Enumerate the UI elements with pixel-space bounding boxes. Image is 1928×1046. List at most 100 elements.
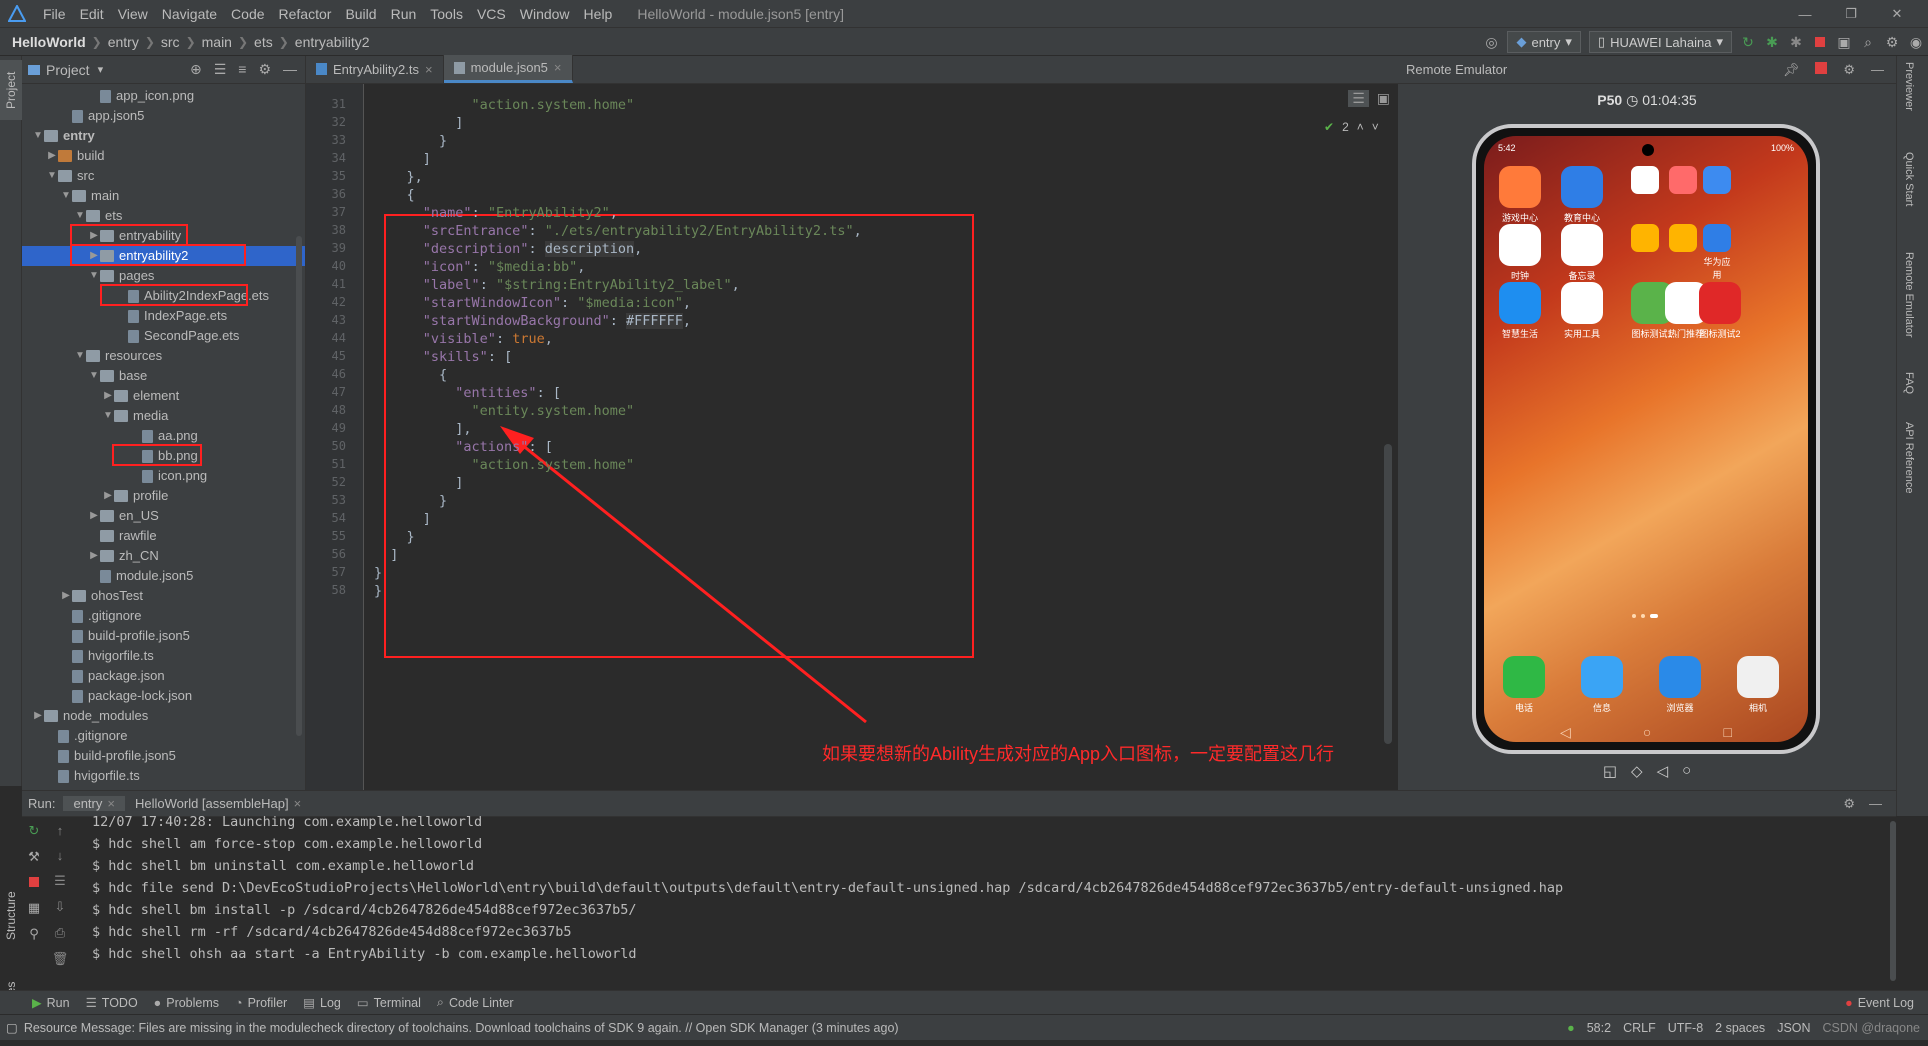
inspection-widget[interactable]: ✔ 2 ˄ ˅ (1324, 120, 1379, 134)
tree-item[interactable]: rawfile (22, 526, 305, 546)
tree-item[interactable]: package.json (22, 666, 305, 686)
tree-item[interactable]: hvigorfile.ts (22, 766, 305, 786)
menu-code[interactable]: Code (224, 0, 271, 28)
project-panel-title[interactable]: Project (46, 62, 90, 78)
breadcrumb-item[interactable]: entry (104, 34, 143, 50)
app-icon[interactable]: 教育中心 (1550, 166, 1614, 224)
editor-tab[interactable]: module.json5 × (443, 55, 573, 83)
breadcrumb-item[interactable]: src (157, 34, 184, 50)
tree-item[interactable]: ▶ en_US (22, 506, 305, 526)
tree-item[interactable]: bb.png (22, 446, 305, 466)
tool-window-todo[interactable]: ☰ TODO (78, 995, 146, 1011)
breadcrumb-item[interactable]: entryability2 (291, 34, 374, 50)
app-icon[interactable] (1666, 224, 1700, 255)
indent-setting[interactable]: 2 spaces (1715, 1021, 1765, 1035)
account-icon[interactable]: ◉ (1904, 30, 1928, 54)
arrow-down-icon[interactable]: ↓ (57, 848, 64, 863)
pin-icon[interactable]: 📌︎ (1783, 62, 1800, 78)
app-icon[interactable]: 实用工具 (1550, 282, 1614, 340)
menu-help[interactable]: Help (577, 0, 620, 28)
menu-navigate[interactable]: Navigate (155, 0, 224, 28)
tree-item[interactable]: ▶ build (22, 146, 305, 166)
tree-item[interactable]: Ability2IndexPage.ets (22, 286, 305, 306)
home-icon[interactable]: ○ (1682, 762, 1691, 780)
close-icon[interactable]: × (107, 796, 115, 811)
scroll-end-icon[interactable]: ⇩ (55, 899, 66, 915)
file-encoding[interactable]: UTF-8 (1668, 1021, 1703, 1035)
tree-item[interactable]: ▶ element (22, 386, 305, 406)
menu-window[interactable]: Window (513, 0, 577, 28)
settings-icon[interactable]: ⚙ (1843, 62, 1855, 78)
run-tab[interactable]: entry × (63, 796, 125, 811)
chevron-down-icon[interactable]: ▼ (74, 346, 86, 366)
line-separator[interactable]: CRLF (1623, 1021, 1656, 1035)
screenshot-icon[interactable]: ◱ (1603, 762, 1617, 780)
menu-file[interactable]: File (36, 0, 73, 28)
right-tool-tab[interactable]: Remote Emulator (1903, 252, 1915, 338)
breadcrumb-item[interactable]: HelloWorld (8, 34, 90, 50)
app-icon[interactable] (1628, 166, 1662, 197)
search-icon[interactable]: ⌕ (1856, 30, 1880, 54)
menu-edit[interactable]: Edit (73, 0, 111, 28)
cursor-position[interactable]: 58:2 (1587, 1021, 1611, 1035)
back-icon[interactable]: ◁ (1560, 724, 1571, 741)
stop-icon[interactable] (1815, 62, 1828, 77)
breadcrumb-item[interactable]: main (198, 34, 236, 50)
tree-item[interactable]: app.json5 (22, 106, 305, 126)
close-window-button[interactable]: ✕ (1882, 0, 1912, 28)
editor-tab[interactable]: EntryAbility2.ts × (306, 55, 444, 83)
attach-debugger-icon[interactable]: ✱ (1784, 30, 1808, 54)
close-icon[interactable]: × (425, 62, 433, 77)
hide-icon[interactable]: — (1869, 796, 1882, 812)
app-icon[interactable]: 备忘录 (1550, 224, 1614, 282)
tool-window-run[interactable]: ▶ Run (24, 995, 78, 1011)
tree-item[interactable]: icon.png (22, 466, 305, 486)
tree-item[interactable]: ▼ resources (22, 346, 305, 366)
module-config-select[interactable]: ◆ entry ▾ (1507, 31, 1581, 53)
breadcrumb-item[interactable]: ets (250, 34, 277, 50)
run-tab[interactable]: HelloWorld [assembleHap] × (125, 796, 311, 811)
menu-build[interactable]: Build (338, 0, 383, 28)
chevron-down-icon[interactable]: ▼ (60, 186, 72, 206)
settings-icon[interactable]: ⚙ (1880, 30, 1904, 54)
tree-item[interactable]: ▶ entryability (22, 226, 305, 246)
chevron-down-icon[interactable]: ▼ (32, 126, 44, 146)
reader-mode-icon[interactable]: ☰ (1348, 89, 1369, 107)
expand-all-icon[interactable]: ☰ (214, 61, 227, 78)
recents-icon[interactable]: □ (1723, 724, 1731, 741)
menu-refactor[interactable]: Refactor (272, 0, 339, 28)
tool-window-code-linter[interactable]: ⌕ Code Linter (429, 995, 522, 1010)
tree-item[interactable]: ▶ profile (22, 486, 305, 506)
chevron-right-icon[interactable]: ▶ (88, 226, 100, 246)
chevron-right-icon[interactable]: ▶ (102, 386, 114, 406)
collapse-all-icon[interactable]: ≡ (238, 61, 246, 78)
tree-scrollbar[interactable] (296, 236, 302, 736)
debug-icon[interactable]: ✱ (1760, 30, 1784, 54)
tree-item[interactable]: ▼ src (22, 166, 305, 186)
app-icon[interactable]: 华为应用 (1700, 224, 1734, 281)
right-tool-tab[interactable]: Quick Start (1903, 152, 1915, 206)
target-icon[interactable]: ◎ (1479, 30, 1503, 54)
dock-app-icon[interactable]: 相机 (1726, 656, 1790, 714)
tree-item[interactable]: .gitignore (22, 606, 305, 626)
phone-screen[interactable]: 5:42 100% 游戏中心 教育中心 时钟 备忘录 华为应用 智慧生活 实用工具 图标测试1… (1484, 136, 1808, 742)
right-tool-tab[interactable]: API Reference (1903, 422, 1915, 494)
tree-item[interactable]: IndexPage.ets (22, 306, 305, 326)
restore-button[interactable]: ❐ (1836, 0, 1866, 28)
app-icon[interactable]: 游戏中心 (1488, 166, 1552, 224)
arrow-up-icon[interactable]: ↑ (57, 823, 64, 838)
chevron-right-icon[interactable]: ▶ (88, 506, 100, 526)
event-log-button[interactable]: ● Event Log (1837, 996, 1928, 1010)
home-icon[interactable]: ○ (1643, 724, 1651, 741)
pin-icon[interactable]: ⚲ (29, 926, 39, 942)
settings-icon[interactable]: ⚙ (258, 61, 271, 78)
dock-app-icon[interactable]: 电话 (1492, 656, 1556, 714)
tree-item[interactable]: ▶ ohosTest (22, 586, 305, 606)
tree-item[interactable]: ▶ entryability2 (22, 246, 305, 266)
chevron-down-icon[interactable]: ▼ (88, 366, 100, 386)
sdk-manager-icon[interactable]: ▣ (1832, 30, 1856, 54)
tree-item[interactable]: build-profile.json5 (22, 746, 305, 766)
app-icon[interactable]: 智慧生活 (1488, 282, 1552, 340)
project-tool-tab[interactable]: Project (0, 60, 22, 120)
tree-item[interactable]: aa.png (22, 426, 305, 446)
